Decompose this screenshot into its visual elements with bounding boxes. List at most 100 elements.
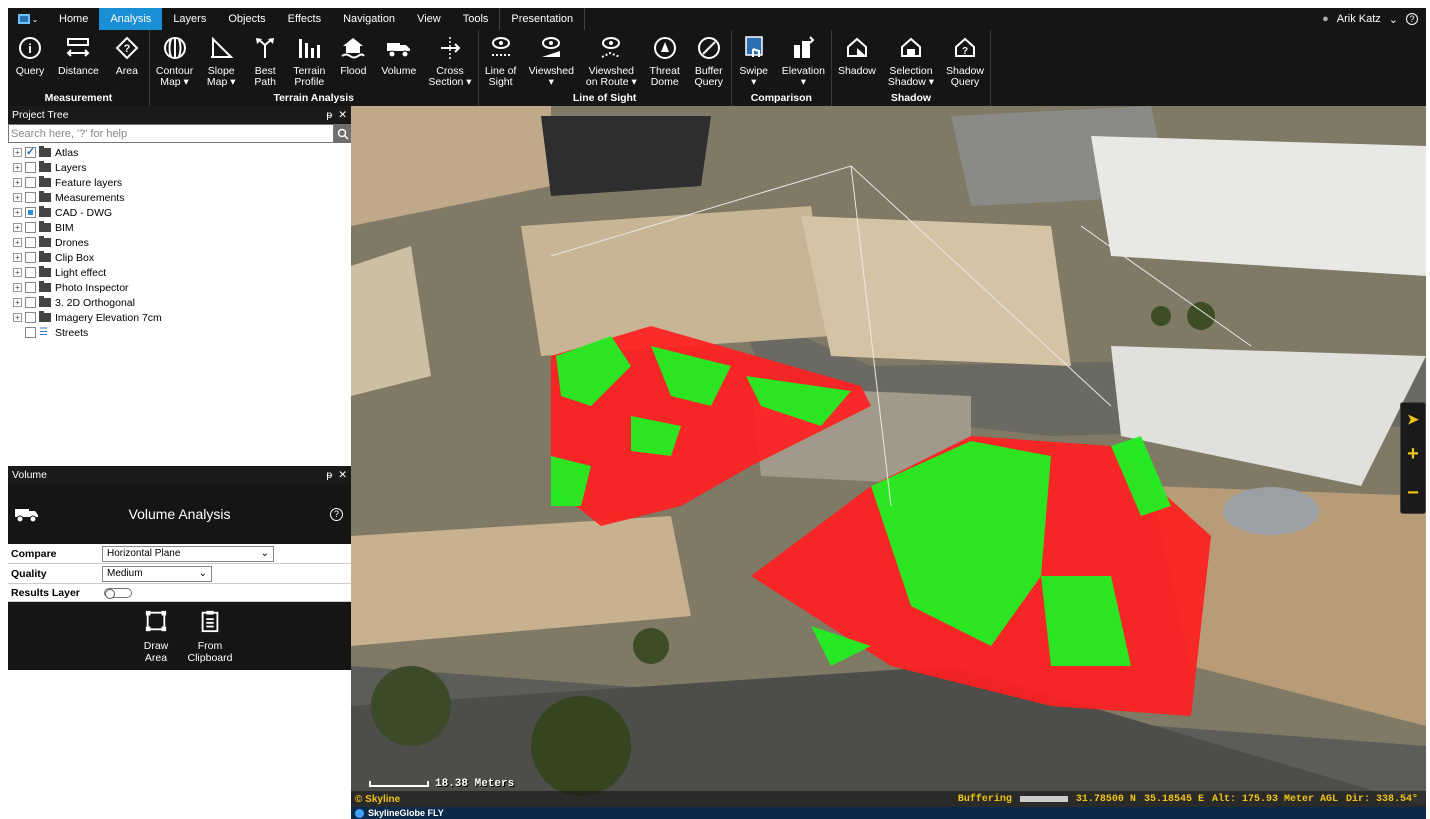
expand-icon[interactable]: +	[13, 238, 22, 247]
compare-select[interactable]: Horizontal Plane ⌄	[102, 545, 274, 562]
tree-item-3-2d-orthogonal[interactable]: +3. 2D Orthogonal	[8, 295, 351, 310]
elevation-button[interactable]: Elevation ▾	[776, 34, 831, 92]
tab-layers[interactable]: Layers	[162, 8, 217, 30]
tree-checkbox[interactable]	[25, 282, 36, 293]
line-of-sight-button[interactable]: Line of Sight	[479, 34, 523, 92]
tree-checkbox[interactable]	[25, 145, 36, 158]
tree-checkbox[interactable]	[25, 327, 36, 338]
tab-home[interactable]: Home	[48, 8, 99, 30]
tree-checkbox[interactable]	[25, 252, 36, 263]
area-button[interactable]: ? Area	[105, 34, 149, 92]
best-path-button[interactable]: Best Path	[243, 34, 287, 92]
tree-item-drones[interactable]: + Drones	[8, 235, 351, 250]
longitude: 35.18545 E	[1143, 793, 1204, 805]
expand-icon[interactable]: +	[13, 163, 22, 172]
taskbar-app-name[interactable]: SkylineGlobe FLY	[368, 808, 444, 818]
chevron-down-icon[interactable]: ⌄	[1389, 13, 1398, 26]
search-input[interactable]	[8, 124, 334, 143]
tree-checkbox[interactable]	[25, 222, 36, 233]
tree-item-label: CAD - DWG	[55, 206, 113, 219]
ribbon-group-comparison: Swipe ▾ Elevation ▾ Comparison	[732, 30, 832, 106]
pin-icon[interactable]: ᵽ	[326, 109, 332, 121]
tab-view[interactable]: View	[406, 8, 452, 30]
query-button[interactable]: i Query	[8, 34, 52, 92]
button-label: Flood	[340, 65, 367, 77]
expand-icon[interactable]: +	[13, 313, 22, 322]
expand-icon[interactable]: +	[13, 178, 22, 187]
close-icon[interactable]: ✕	[338, 469, 347, 481]
expand-icon[interactable]: +	[13, 223, 22, 232]
clipboard-button[interactable]: From Clipboard	[186, 602, 234, 670]
tree-checkbox[interactable]	[25, 162, 36, 173]
tab-tools[interactable]: Tools	[452, 8, 500, 30]
results-layer-toggle[interactable]	[104, 587, 132, 599]
app-menu-button[interactable]: ⌄	[8, 8, 48, 30]
expand-icon[interactable]: +	[13, 268, 22, 277]
tab-effects[interactable]: Effects	[277, 8, 332, 30]
slope-map-button[interactable]: Slope Map ▾	[199, 34, 243, 92]
results-layer-row: Results Layer	[8, 584, 351, 602]
tab-navigation[interactable]: Navigation	[332, 8, 406, 30]
volume-button[interactable]: Volume	[375, 34, 422, 92]
expand-icon[interactable]: +	[13, 283, 22, 292]
tree-item-photo-inspector[interactable]: + Photo Inspector	[8, 280, 351, 295]
contour-map-button[interactable]: Contour Map ▾	[150, 34, 199, 92]
buffer-query-button[interactable]: Buffer Query	[687, 34, 731, 92]
tree-item-cad-dwg[interactable]: + CAD - DWG	[8, 205, 351, 220]
user-name[interactable]: Arik Katz	[1337, 13, 1381, 25]
aerial-scene[interactable]	[351, 106, 1426, 819]
tab-objects[interactable]: Objects	[217, 8, 276, 30]
compass-icon[interactable]: ➤	[1407, 411, 1419, 428]
viewshed-route-button[interactable]: Viewshed on Route ▾	[580, 34, 643, 92]
distance-button[interactable]: Distance	[52, 34, 105, 92]
zoom-in-button[interactable]: +	[1407, 443, 1419, 466]
tree-checkbox[interactable]	[25, 267, 36, 278]
selection-shadow-button[interactable]: Selection Shadow ▾	[882, 34, 940, 92]
terrain-profile-button[interactable]: Terrain Profile	[287, 34, 331, 92]
help-icon[interactable]: ?	[330, 507, 343, 521]
threat-dome-button[interactable]: Threat Dome	[643, 34, 687, 92]
close-icon[interactable]: ✕	[338, 109, 347, 121]
tree-item-layers[interactable]: + Layers	[8, 160, 351, 175]
viewshed-button[interactable]: Viewshed ▾	[523, 34, 580, 92]
shadow-button[interactable]: Shadow	[832, 34, 882, 92]
tree-item-bim[interactable]: + BIM	[8, 220, 351, 235]
tree-item-atlas[interactable]: + Atlas	[8, 145, 351, 160]
expand-icon[interactable]: +	[13, 208, 22, 217]
quality-select[interactable]: Medium ⌄	[102, 565, 212, 582]
draw-area-button[interactable]: Draw Area	[132, 602, 180, 670]
compare-row: Compare Horizontal Plane ⌄	[8, 544, 351, 564]
expand-icon[interactable]: +	[13, 148, 22, 157]
ribbon-group-label: Line of Sight	[572, 92, 637, 104]
expand-icon[interactable]: +	[13, 298, 22, 307]
pin-icon[interactable]: ᵽ	[326, 469, 332, 481]
tree-checkbox[interactable]	[25, 192, 36, 203]
swipe-button[interactable]: Swipe ▾	[732, 34, 776, 92]
shadow-query-button[interactable]: ? Shadow Query	[940, 34, 990, 92]
tab-presentation[interactable]: Presentation	[499, 8, 586, 30]
tree-item-imagery-elevation-7cm[interactable]: + Imagery Elevation 7cm	[8, 310, 351, 325]
3d-map-view[interactable]: ➤ + − 18.38 Meters © Skyline Buffering 3…	[351, 106, 1426, 819]
tree-checkbox[interactable]	[25, 177, 36, 188]
tree-checkbox[interactable]	[25, 312, 36, 323]
tree-item-light-effect[interactable]: + Light effect	[8, 265, 351, 280]
tree-item-clip-box[interactable]: + Clip Box	[8, 250, 351, 265]
search-button[interactable]	[334, 124, 351, 143]
cross-section-button[interactable]: Cross Section ▾	[422, 34, 477, 92]
tree-item-streets[interactable]: ☰ Streets	[8, 325, 351, 340]
navigation-control: ➤ + −	[1400, 402, 1426, 514]
volume-icon	[385, 34, 413, 62]
tree-checkbox[interactable]	[25, 237, 36, 248]
tree-item-measurements[interactable]: + Measurements	[8, 190, 351, 205]
tree-item-feature-layers[interactable]: + Feature layers	[8, 175, 351, 190]
zoom-out-button[interactable]: −	[1407, 482, 1419, 505]
help-icon[interactable]: ?	[1406, 13, 1418, 25]
tree-checkbox[interactable]	[25, 297, 36, 308]
tab-analysis[interactable]: Analysis	[99, 8, 163, 30]
volume-panel-header: Volume ᵽ ✕	[8, 466, 351, 484]
tree-checkbox[interactable]	[25, 207, 36, 218]
expand-icon[interactable]: +	[13, 193, 22, 202]
flood-button[interactable]: Flood	[331, 34, 375, 92]
expand-icon[interactable]: +	[13, 253, 22, 262]
user-area[interactable]: ● Arik Katz ⌄ ?	[1322, 8, 1418, 30]
